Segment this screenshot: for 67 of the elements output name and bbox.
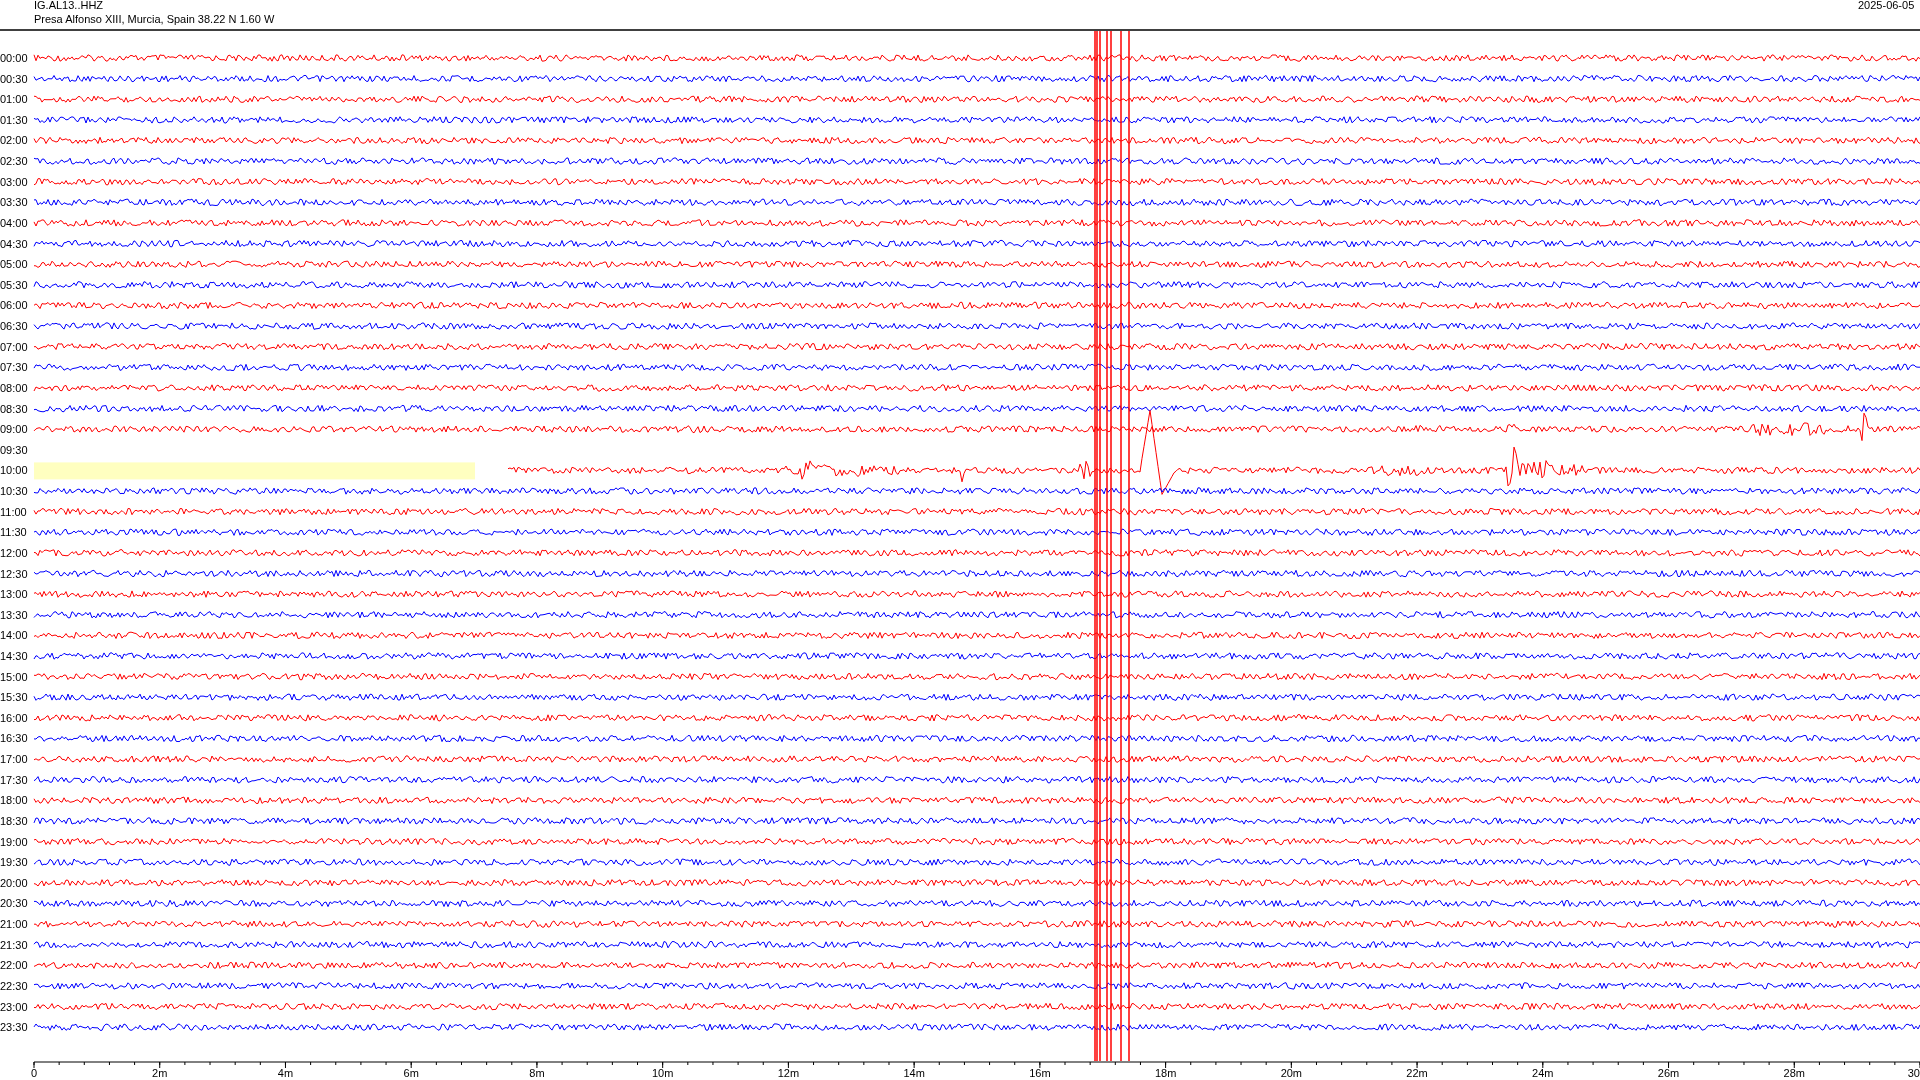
axis-tick-label: 26m [1657,1067,1680,1079]
date-label: 2025-06-05 [1858,0,1915,11]
hour-label: 16:00 [0,711,28,724]
hour-label: 09:00 [0,423,28,436]
axis-tick-label: 4m [277,1067,294,1079]
hour-label: 20:30 [0,897,28,910]
hour-label: 14:00 [0,629,28,642]
axis-tick-label: 10m [651,1067,674,1079]
hour-label: 00:30 [0,72,28,85]
hour-label: 22:30 [0,979,28,992]
hour-label: 10:30 [0,485,28,497]
hour-label: 08:30 [0,402,28,415]
axis-tick-label: 24m [1532,1067,1554,1079]
hour-label: 17:30 [0,773,28,786]
hour-label: 00:00 [0,52,28,64]
axis-tick-label: 0 [30,1067,38,1079]
hour-label: 19:30 [0,856,28,869]
hour-label: 04:00 [0,216,28,229]
axis-tick-label: 30 [1907,1067,1920,1079]
hour-label: 07:30 [0,361,28,374]
hour-label: 09:30 [0,443,28,456]
hour-label: 03:30 [0,196,28,209]
hour-label: 08:00 [0,381,28,394]
hour-label: 12:00 [0,546,28,559]
hour-label: 16:30 [0,732,28,745]
hour-label: 04:30 [0,237,28,250]
hour-label: 13:30 [0,608,28,621]
hour-label: 23:30 [0,1021,28,1034]
hour-label: 15:00 [0,670,28,683]
hour-label: 17:00 [0,753,28,766]
hour-label: 14:30 [0,650,28,662]
hour-label: 23:00 [0,1000,28,1013]
hour-label: 21:30 [0,938,28,951]
hour-label: 18:30 [0,814,28,827]
axis-tick-label: 14m [903,1067,925,1079]
hour-label: 06:30 [0,320,28,333]
hour-label: 20:00 [0,876,28,889]
hour-label: 10:00 [0,464,28,477]
axis-tick-label: 16m [1029,1067,1051,1079]
hour-label: 12:30 [0,567,28,580]
hour-label: 01:00 [0,93,28,106]
axis-tick-label: 2m [152,1067,168,1079]
hour-label: 07:00 [0,340,28,353]
hour-label: 01:30 [0,113,28,126]
hour-label: 03:00 [0,175,28,188]
axis-tick-label: 12m [777,1067,800,1079]
hour-label: 06:00 [0,299,28,312]
hour-label: 11:00 [0,505,27,518]
hour-label: 02:00 [0,134,28,147]
axis-tick-label: 28m [1783,1067,1805,1079]
axis-tick-label: 20m [1280,1067,1303,1079]
hour-label: 05:30 [0,278,28,291]
hour-label: 11:30 [0,526,27,539]
hour-label: 21:00 [0,918,28,931]
hour-label: 18:00 [0,794,28,807]
axis-tick-label: 6m [403,1067,419,1079]
hour-label: 15:30 [0,691,28,704]
hour-label: 22:00 [0,959,28,972]
station-location: Presa Alfonso XIII, Murcia, Spain 38.22 N 1.60 W [34,13,275,25]
station-code: IG.AL13..HHZ [34,0,104,11]
hour-label: 19:00 [0,835,28,848]
hour-label: 02:30 [0,155,28,168]
axis-tick-label: 18m [1154,1067,1177,1079]
hour-label: 13:00 [0,588,28,601]
axis-tick-label: 22m [1406,1067,1428,1079]
hour-label: 05:00 [0,258,28,271]
axis-tick-label: 8m [529,1067,545,1079]
